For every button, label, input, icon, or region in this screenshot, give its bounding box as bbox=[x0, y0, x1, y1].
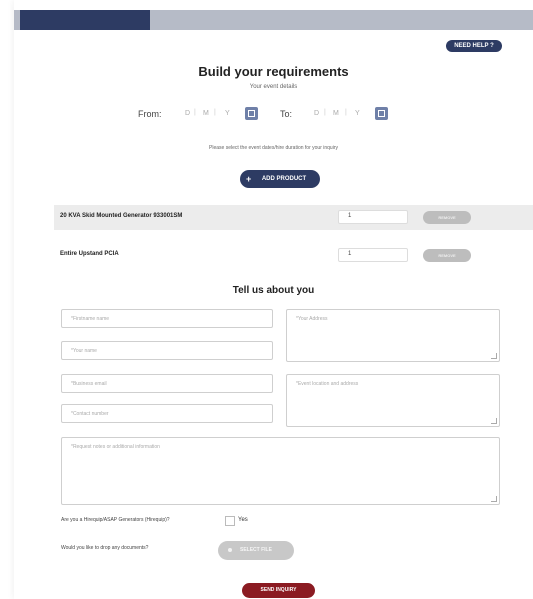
from-day[interactable]: D bbox=[185, 110, 190, 117]
last-name-field[interactable]: *Your name bbox=[61, 341, 273, 360]
calendar-icon[interactable] bbox=[375, 107, 388, 120]
quantity-input[interactable]: 1 bbox=[338, 248, 408, 262]
add-product-label: ADD PRODUCT bbox=[261, 176, 307, 182]
first-name-field[interactable]: *Firstname name bbox=[61, 309, 273, 328]
last-name-placeholder: *Your name bbox=[71, 348, 97, 354]
plus-icon: + bbox=[246, 174, 252, 184]
email-placeholder: *Business email bbox=[71, 381, 107, 387]
product-name: 20 KVA Skid Mounted Generator 933001SM bbox=[60, 213, 183, 219]
send-inquiry-button[interactable]: SEND INQUIRY bbox=[242, 583, 315, 598]
to-month[interactable]: M bbox=[333, 110, 339, 117]
page-container: NEED HELP ? Build your requirements Your… bbox=[14, 0, 533, 599]
about-section-title: Tell us about you bbox=[232, 285, 315, 296]
email-field[interactable]: *Business email bbox=[61, 374, 273, 393]
date-hint: Please select the event dates/hire durat… bbox=[209, 145, 338, 151]
select-file-button[interactable]: SELECT FILE bbox=[218, 541, 294, 560]
existing-customer-question: Are you a Hirequip/ASAP Generators (Hire… bbox=[61, 517, 170, 523]
first-name-placeholder: *Firstname name bbox=[71, 316, 110, 322]
product-row: 20 KVA Skid Mounted Generator 933001SM 1… bbox=[54, 205, 533, 230]
quantity-input[interactable]: 1 bbox=[338, 210, 408, 224]
phone-placeholder: *Contact number bbox=[71, 411, 109, 417]
resize-handle-icon[interactable] bbox=[491, 353, 497, 359]
product-row: Entire Upstand PCIA 1 REMOVE bbox=[54, 243, 533, 268]
to-day[interactable]: D bbox=[314, 110, 319, 117]
select-file-label: SELECT FILE bbox=[240, 547, 272, 553]
need-help-button[interactable]: NEED HELP ? bbox=[446, 40, 502, 52]
address-placeholder: *Your Address bbox=[296, 316, 328, 322]
notes-placeholder: *Request notes or additional information bbox=[71, 444, 160, 450]
address-textarea[interactable]: *Your Address bbox=[286, 309, 500, 362]
to-label: To: bbox=[280, 109, 293, 119]
remove-button[interactable]: REMOVE bbox=[423, 211, 471, 224]
date-separator: | bbox=[194, 109, 196, 116]
date-separator: | bbox=[324, 109, 326, 116]
resize-handle-icon[interactable] bbox=[491, 496, 497, 502]
add-product-button[interactable]: + ADD PRODUCT bbox=[240, 170, 320, 188]
resize-handle-icon[interactable] bbox=[491, 418, 497, 424]
from-label: From: bbox=[138, 109, 162, 119]
existing-customer-checkbox[interactable] bbox=[225, 516, 235, 526]
date-separator: | bbox=[214, 109, 216, 116]
upload-question: Would you like to drop any documents? bbox=[61, 545, 149, 551]
from-year[interactable]: Y bbox=[225, 110, 230, 117]
notes-textarea[interactable]: *Request notes or additional information bbox=[61, 437, 500, 505]
date-separator: | bbox=[345, 109, 347, 116]
quantity-value: 1 bbox=[348, 251, 352, 257]
quantity-value: 1 bbox=[348, 213, 352, 219]
event-address-textarea[interactable]: *Event location and address bbox=[286, 374, 500, 427]
phone-field[interactable]: *Contact number bbox=[61, 404, 273, 423]
upload-icon bbox=[228, 548, 232, 552]
page-subtitle: Your event details bbox=[249, 84, 298, 90]
event-address-placeholder: *Event location and address bbox=[296, 381, 359, 387]
top-banner bbox=[14, 10, 533, 30]
product-name: Entire Upstand PCIA bbox=[60, 251, 119, 257]
to-year[interactable]: Y bbox=[355, 110, 360, 117]
from-month[interactable]: M bbox=[203, 110, 209, 117]
yes-label: Yes bbox=[238, 517, 248, 523]
page-title: Build your requirements bbox=[198, 64, 349, 79]
calendar-icon[interactable] bbox=[245, 107, 258, 120]
banner-block bbox=[20, 10, 150, 30]
remove-button[interactable]: REMOVE bbox=[423, 249, 471, 262]
